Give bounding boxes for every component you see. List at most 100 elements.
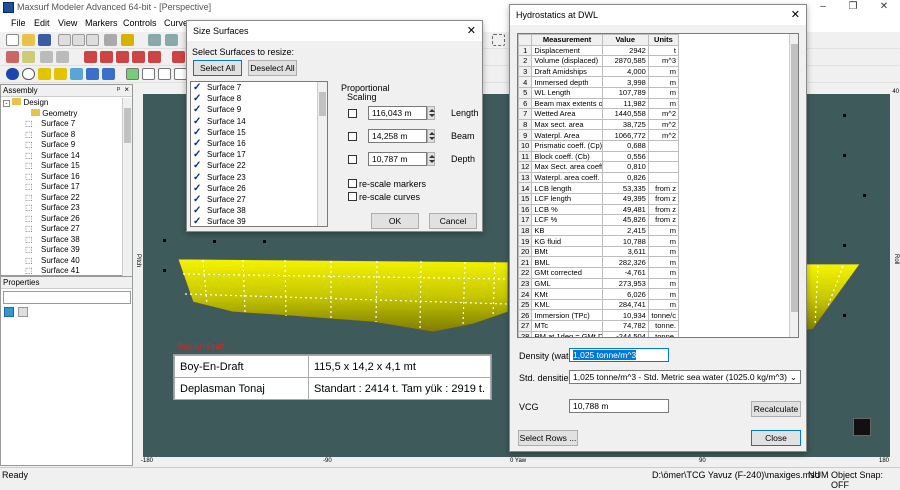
scroll-thumb[interactable] <box>791 44 798 312</box>
menu-markers[interactable]: Markers <box>85 18 118 28</box>
hydro-row[interactable]: 26 Immersion (TPc) 10,934 tonne/c <box>518 309 680 322</box>
tree-item[interactable]: ⬚ Surface 39 <box>3 245 121 256</box>
redo-icon[interactable] <box>165 34 178 46</box>
surface-list-item[interactable]: ✓ Surface 26 <box>191 183 327 194</box>
pen-icon[interactable] <box>6 51 19 63</box>
water-icon[interactable] <box>70 68 83 80</box>
flag-icon[interactable] <box>86 68 99 80</box>
tree-item[interactable]: ⬚ Surface 26 <box>3 214 121 225</box>
cut-icon[interactable] <box>58 34 71 46</box>
hydro-row[interactable]: 14 LCB length 53,335 from z <box>518 182 680 194</box>
hydro-row[interactable]: 6 Beam max extents o 11,982 m <box>518 97 680 110</box>
menu-edit[interactable]: Edit <box>34 18 50 28</box>
new-file-icon[interactable] <box>6 34 19 46</box>
depth-spinner[interactable] <box>427 152 435 166</box>
beam-spinner[interactable] <box>427 129 435 143</box>
bind-point-icon[interactable] <box>148 51 161 63</box>
tree-root[interactable]: - Design <box>3 98 121 109</box>
density-input[interactable]: 1,025 tonne/m^3 <box>569 348 669 362</box>
texture-icon[interactable] <box>102 68 115 80</box>
hydro-row[interactable]: 22 GMt corrected -4,761 m <box>518 267 680 279</box>
rescale-markers-checkbox[interactable] <box>348 179 357 188</box>
size-dialog-close-icon[interactable]: ✕ <box>467 24 476 37</box>
curve-tool-icon[interactable] <box>40 51 53 63</box>
surface-list-item[interactable]: ✓ Surface 16 <box>191 138 327 149</box>
tree-item[interactable]: ⬚ Surface 7 <box>3 119 121 130</box>
print-icon[interactable] <box>104 34 117 46</box>
hydro-row[interactable]: 20 BMt 3,611 m <box>518 245 680 258</box>
tree-item[interactable]: ⬚ Surface 27 <box>3 224 121 235</box>
insert-point-icon[interactable] <box>132 51 145 63</box>
depth-checkbox[interactable] <box>348 155 357 164</box>
pin-icon[interactable]: ᵖ <box>117 85 120 94</box>
std-densities-select[interactable]: 1,025 tonne/m^3 - Std. Metric sea water … <box>569 370 801 384</box>
hydro-row[interactable]: 10 Prismatic coeff. (Cp) 0,688 <box>518 139 680 152</box>
hydro-row[interactable]: 18 KB 2,415 m <box>518 224 680 237</box>
select-rows-button[interactable]: Select Rows ... <box>518 430 578 446</box>
tree-item[interactable]: ⬚ Surface 15 <box>3 161 121 172</box>
hydro-row[interactable]: 1 Displacement 2942 t <box>518 44 680 57</box>
surface-list-item[interactable]: ✓ Surface 17 <box>191 149 327 160</box>
tree-item[interactable]: Geometry <box>3 108 121 120</box>
sort-az-icon[interactable] <box>18 307 28 317</box>
hydro-row[interactable]: 24 KMt 6,026 m <box>518 288 680 300</box>
surface-list-item[interactable]: ✓ Surface 14 <box>191 116 327 127</box>
select-box-icon[interactable] <box>492 34 505 46</box>
surface-list-item[interactable]: ✓ Surface 8 <box>191 93 327 104</box>
tree-item[interactable]: ⬚ Surface 38 <box>3 235 121 246</box>
tree-item[interactable]: ⬚ Surface 22 <box>3 193 121 204</box>
scroll-thumb[interactable] <box>319 92 326 116</box>
hydro-row[interactable]: 4 Immersed depth 3,998 m <box>518 76 680 88</box>
camera-thumbnail[interactable] <box>853 418 871 436</box>
add-point-icon[interactable] <box>84 51 97 63</box>
minimize-button[interactable]: – <box>815 1 831 13</box>
hydro-close-icon[interactable]: ✕ <box>791 8 800 21</box>
copy-icon[interactable] <box>72 34 85 46</box>
view-side-icon[interactable] <box>142 68 155 80</box>
tree-item[interactable]: ⬚ Surface 17 <box>3 182 121 193</box>
tree-item[interactable]: ⬚ Surface 40 <box>3 256 121 267</box>
surface-list-item[interactable]: ✓ Surface 23 <box>191 172 327 183</box>
view-plan-icon[interactable] <box>158 68 171 80</box>
bulb-icon[interactable] <box>121 34 134 46</box>
undo-icon[interactable] <box>148 34 161 46</box>
restore-button[interactable]: ❐ <box>845 1 861 13</box>
tree-item[interactable]: ⬚ Surface 8 <box>3 130 121 141</box>
view-front-icon[interactable] <box>126 68 139 80</box>
move-point-icon[interactable] <box>100 51 113 63</box>
select-all-button[interactable]: Select All <box>193 60 242 76</box>
surface-list-item[interactable]: ✓ Surface 7 <box>191 82 327 93</box>
close-button[interactable]: Close <box>751 430 801 446</box>
hydro-row[interactable]: 7 Wetted Area 1440,558 m^2 <box>518 108 680 120</box>
length-input[interactable]: 116,043 m <box>368 106 427 120</box>
assembly-scrollbar[interactable] <box>122 98 132 276</box>
hydro-row[interactable]: 8 Max sect. area 38,725 m^2 <box>518 118 680 131</box>
spline-icon[interactable] <box>56 51 69 63</box>
categorized-icon[interactable] <box>4 307 14 317</box>
beam-checkbox[interactable] <box>348 132 357 141</box>
length-spinner[interactable] <box>427 106 435 120</box>
hydro-row[interactable]: 23 GML 273,953 m <box>518 277 680 290</box>
tree-item[interactable]: ⬚ Surface 14 <box>3 151 121 162</box>
deselect-all-button[interactable]: Deselect All <box>248 60 297 76</box>
hydro-row[interactable]: 28 RM at 1deg = GMt.Di -244,504 tonne. <box>518 330 680 337</box>
open-folder-icon[interactable] <box>22 34 35 46</box>
tree-item[interactable]: ⬚ Surface 9 <box>3 140 121 151</box>
hydro-row[interactable]: 15 LCF length 49,395 from z <box>518 192 680 205</box>
hydro-row[interactable]: 16 LCB % 49,481 from z <box>518 203 680 216</box>
tree-item[interactable]: ⬚ Surface 16 <box>3 172 121 183</box>
surface-list-item[interactable]: ✓ Surface 22 <box>191 160 327 171</box>
surface-list-item[interactable]: ✓ Surface 39 <box>191 216 327 226</box>
hydro-row[interactable]: 13 Waterpl. area coeff. 0,826 <box>518 171 680 184</box>
surface-list-item[interactable]: ✓ Surface 38 <box>191 205 327 216</box>
scroll-thumb[interactable] <box>124 108 131 143</box>
hydro-row[interactable]: 2 Volume (displaced) 2870,585 m^3 <box>518 55 680 67</box>
delete-point-icon[interactable] <box>116 51 129 63</box>
hydro-row[interactable]: 12 Max Sect. area coeff 0,810 <box>518 161 680 173</box>
light-icon[interactable] <box>54 68 67 80</box>
length-checkbox[interactable] <box>348 109 357 118</box>
hydro-row[interactable]: 3 Draft Amidships 4,000 m <box>518 65 680 78</box>
assembly-close-icon[interactable]: × <box>124 85 129 94</box>
menu-file[interactable]: File <box>11 18 26 28</box>
hydro-row[interactable]: 21 BML 282,326 m <box>518 256 680 269</box>
